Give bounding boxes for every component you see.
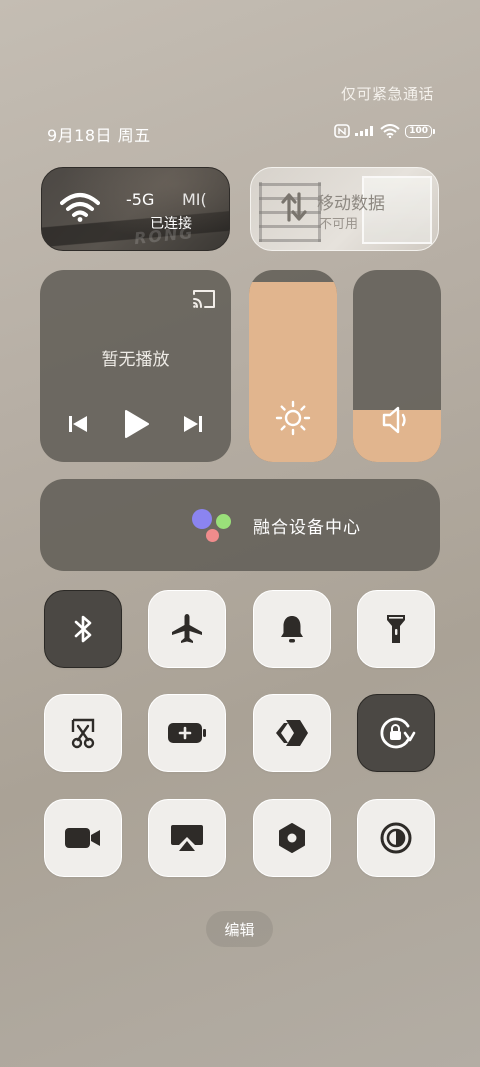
volume-slider[interactable] [353, 270, 441, 462]
toggle-screen-record[interactable] [44, 799, 122, 877]
mobile-data-tile[interactable]: 移动数据 不可用 [250, 167, 439, 251]
hexagon-nut-icon [279, 823, 305, 853]
toggle-ring-mode[interactable] [253, 590, 331, 668]
fusion-device-center-label: 融合设备中心 [253, 518, 361, 538]
emergency-call-text: 仅可紧急通话 [340, 85, 434, 103]
previous-button[interactable] [64, 410, 92, 438]
media-controls [64, 410, 207, 438]
brightness-slider[interactable] [249, 270, 337, 462]
airplane-icon [172, 614, 202, 643]
share-diamond-icon [276, 720, 308, 746]
toggle-screenshot[interactable] [44, 694, 122, 772]
contrast-icon [380, 822, 412, 854]
sun-icon [275, 400, 311, 436]
skip-next-icon [184, 416, 202, 432]
bluetooth-icon [74, 615, 92, 643]
wifi-status: 已连接 [150, 216, 192, 232]
next-button[interactable] [179, 410, 207, 438]
media-title: 暂无播放 [101, 350, 170, 370]
wifi-ssid: -5G [126, 190, 155, 209]
toggle-dark-mode[interactable] [357, 799, 435, 877]
fusion-logo-icon [190, 509, 234, 543]
cast-icon[interactable] [191, 288, 217, 310]
date-label: 9月18日 周五 [47, 126, 151, 145]
speaker-icon [382, 406, 406, 434]
wifi-tile[interactable]: RONG -5G MI( 已连接 [41, 167, 230, 251]
play-button[interactable] [122, 410, 150, 438]
toggle-rotation-lock[interactable] [357, 694, 435, 772]
edit-button[interactable]: 编辑 [206, 911, 273, 947]
media-player[interactable]: 暂无播放 [40, 270, 231, 462]
screenshot-scissors-icon [71, 718, 95, 749]
toggle-battery-saver[interactable] [148, 694, 226, 772]
toggle-nearby-share[interactable] [253, 694, 331, 772]
fusion-device-center[interactable]: 融合设备中心 [40, 479, 440, 571]
video-camera-icon [65, 828, 100, 848]
wifi-status-icon [380, 124, 400, 138]
wifi-ssid-overflow: MI( [182, 190, 207, 209]
status-icons: 100 [334, 124, 435, 138]
mobile-data-icon [281, 192, 307, 222]
mobile-data-title: 移动数据 [317, 194, 385, 214]
flashlight-icon [387, 615, 405, 643]
mobile-data-status: 不可用 [319, 217, 359, 232]
toggle-flashlight[interactable] [357, 590, 435, 668]
toggle-settings-hex[interactable] [253, 799, 331, 877]
battery-indicator: 100 [405, 124, 435, 138]
toggle-bluetooth[interactable] [44, 590, 122, 668]
play-icon [124, 410, 149, 438]
bell-icon [281, 616, 303, 643]
cast-screen-icon [171, 825, 203, 851]
signal-no-service-icon [355, 126, 374, 136]
battery-plus-icon [168, 723, 206, 743]
toggle-screen-cast[interactable] [148, 799, 226, 877]
wifi-icon [60, 193, 100, 222]
toggle-airplane-mode[interactable] [148, 590, 226, 668]
nfc-icon [334, 124, 351, 138]
rotation-lock-icon [380, 717, 416, 749]
skip-previous-icon [69, 416, 87, 432]
